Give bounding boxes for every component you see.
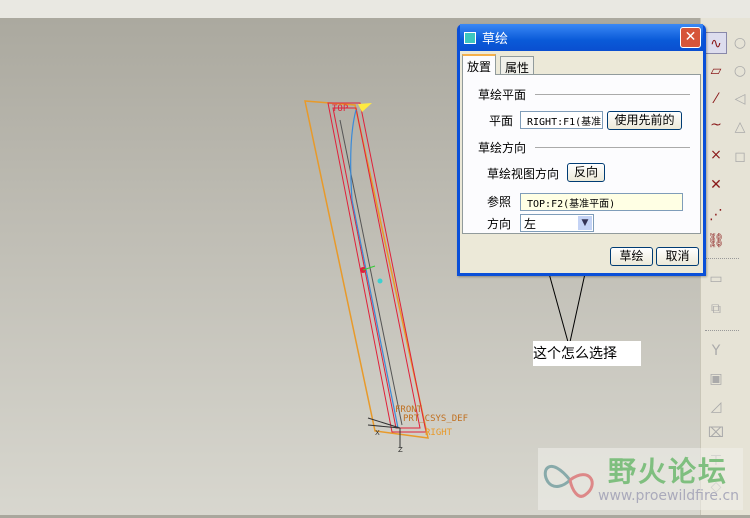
plane-field[interactable]: RIGHT:F1(基准 bbox=[520, 111, 603, 129]
curve-tool-icon[interactable]: ~ bbox=[705, 114, 727, 136]
right-label: RIGHT bbox=[425, 428, 453, 438]
red-datum-plane-inner bbox=[332, 107, 421, 429]
orientation-value: 左 bbox=[524, 217, 537, 231]
dialog-title: 草绘 bbox=[482, 32, 509, 47]
reference-label: 参照 bbox=[487, 195, 512, 209]
annotation-text: 这个怎么选择 bbox=[533, 341, 641, 366]
tab-properties[interactable]: 属性 bbox=[500, 56, 535, 75]
sketch-plane-heading: 草绘平面 bbox=[478, 88, 527, 102]
dim-tool-icon[interactable]: ⋰ bbox=[705, 204, 727, 226]
plane-label: 平面 bbox=[489, 114, 514, 128]
placement-panel: 草绘平面 平面 RIGHT:F1(基准 使用先前的 草绘方向 草绘视图方向 反向… bbox=[462, 74, 701, 234]
reference-field[interactable]: TOP:F2(基准平面) bbox=[520, 193, 683, 211]
tool-icon[interactable]: ○ bbox=[729, 32, 750, 54]
tool-icon[interactable]: ⧉ bbox=[705, 298, 727, 320]
use-previous-button[interactable]: 使用先前的 bbox=[607, 111, 682, 130]
watermark-url: www.proewildfire.cn bbox=[598, 488, 740, 504]
app-icon bbox=[464, 31, 476, 44]
flip-button[interactable]: 反向 bbox=[567, 163, 605, 182]
cyan-point bbox=[377, 278, 383, 284]
view-direction-label: 草绘视图方向 bbox=[487, 167, 560, 181]
close-button[interactable]: ✕ bbox=[680, 27, 701, 48]
chevron-down-icon[interactable]: ▼ bbox=[578, 216, 592, 230]
sketch-dialog: 草绘 ✕ 放置 属性 草绘平面 平面 RIGHT:F1(基准 使用先前的 草绘方… bbox=[457, 24, 706, 276]
tool-icon[interactable]: ◻ bbox=[729, 146, 750, 168]
tool-icon[interactable]: ◁ bbox=[729, 88, 750, 110]
tool-icon[interactable]: ⌧ bbox=[705, 422, 727, 444]
dashed-line-tool-icon[interactable]: ⁄ bbox=[705, 88, 727, 110]
tool-icon[interactable]: ▭ bbox=[705, 268, 727, 290]
chain-tool-icon[interactable]: ⛓ bbox=[705, 230, 727, 252]
tool-icon[interactable]: Y bbox=[705, 340, 727, 362]
sketch-toolbar: ∿ ▱ ⁄ ~ × ✕ ⋰ ⛓ ▭ ⧉ Y ▣ ◿ ⌧ ⊤ ◇ ○ ○ ◁ △ … bbox=[700, 18, 750, 515]
spline-tool-icon[interactable]: ∿ bbox=[705, 32, 727, 54]
butterfly-logo-icon bbox=[543, 465, 594, 498]
tool-icon[interactable]: ▣ bbox=[705, 368, 727, 390]
edge-line bbox=[339, 119, 403, 426]
intersect-tool-icon[interactable]: ✕ bbox=[705, 174, 727, 196]
direction-arrow-icon bbox=[358, 103, 372, 112]
sketch-ok-button[interactable]: 草绘 bbox=[610, 247, 653, 266]
parallelogram-tool-icon[interactable]: ▱ bbox=[705, 60, 727, 82]
tab-placement[interactable]: 放置 bbox=[462, 54, 497, 75]
tool-icon[interactable]: △ bbox=[729, 116, 750, 138]
sketch-orientation-heading: 草绘方向 bbox=[478, 141, 527, 155]
tool-icon[interactable]: ○ bbox=[729, 60, 750, 82]
dialog-titlebar[interactable]: 草绘 ✕ bbox=[460, 24, 703, 51]
orientation-select[interactable]: 左 ▼ bbox=[520, 214, 594, 232]
tool-icon[interactable]: ◿ bbox=[705, 396, 727, 418]
top-strip bbox=[0, 0, 750, 18]
csys-label: PRT_CSYS_DEF bbox=[403, 414, 468, 424]
x-axis-label: X bbox=[375, 429, 380, 437]
z-axis-label: Z bbox=[398, 446, 403, 454]
watermark-title: 野火论坛 bbox=[608, 455, 729, 488]
points-tool-icon[interactable]: × bbox=[705, 144, 727, 166]
watermark: 野火论坛 www.proewildfire.cn bbox=[538, 448, 743, 510]
orientation-label: 方向 bbox=[487, 217, 512, 231]
top-label: TOP bbox=[332, 104, 349, 114]
cancel-button[interactable]: 取消 bbox=[656, 247, 699, 266]
